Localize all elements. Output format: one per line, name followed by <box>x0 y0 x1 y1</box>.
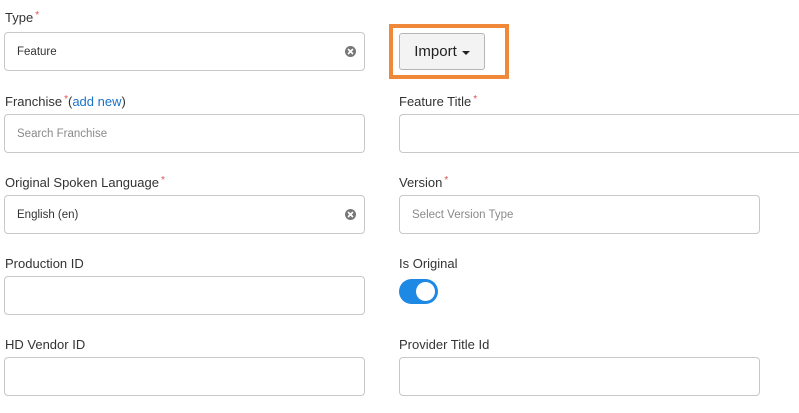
type-select[interactable]: Feature <box>4 32 365 71</box>
franchise-label: Franchise *(add new) <box>5 94 126 110</box>
provider-title-id-label: Provider Title Id <box>399 337 490 352</box>
provider-title-id-input[interactable] <box>399 357 760 396</box>
production-id-input[interactable] <box>4 276 365 315</box>
required-indicator: * <box>473 94 478 105</box>
add-new-link[interactable]: add new <box>72 94 121 109</box>
required-indicator: * <box>160 175 165 186</box>
caret-down-icon <box>461 50 470 55</box>
feature-title-label-text: Feature Title <box>399 94 472 109</box>
required-indicator: * <box>444 175 449 186</box>
version-label-text: Version <box>399 175 443 190</box>
hd-vendor-id-label: HD Vendor ID <box>5 337 86 352</box>
clear-icon[interactable] <box>345 46 356 57</box>
version-placeholder: Select Version Type <box>412 208 514 221</box>
production-id-label: Production ID <box>5 256 84 271</box>
toggle-knob <box>416 282 435 301</box>
import-button[interactable]: Import <box>399 33 485 70</box>
version-label: Version * <box>399 175 448 191</box>
import-button-label: Import <box>414 43 457 60</box>
version-select[interactable]: Select Version Type <box>399 195 760 234</box>
type-label-text: Type <box>5 10 34 25</box>
feature-title-input[interactable] <box>399 114 799 153</box>
is-original-toggle[interactable] <box>399 279 438 304</box>
is-original-label: Is Original <box>399 256 458 271</box>
language-label-text: Original Spoken Language <box>5 175 159 190</box>
feature-title-label: Feature Title * <box>399 94 477 110</box>
language-select[interactable]: English (en) <box>4 195 365 234</box>
type-label: Type * <box>5 10 39 26</box>
clear-icon[interactable] <box>345 209 356 220</box>
required-indicator: * <box>64 94 68 105</box>
franchise-search-input[interactable]: Search Franchise <box>4 114 365 153</box>
franchise-label-text: Franchise <box>5 94 63 109</box>
franchise-placeholder: Search Franchise <box>17 127 108 140</box>
type-value: Feature <box>17 45 57 58</box>
hd-vendor-id-input[interactable] <box>4 357 365 396</box>
language-label: Original Spoken Language * <box>5 175 165 191</box>
language-value: English (en) <box>17 208 79 221</box>
required-indicator: * <box>35 10 40 21</box>
add-new-wrapper: (add new) <box>67 94 126 109</box>
